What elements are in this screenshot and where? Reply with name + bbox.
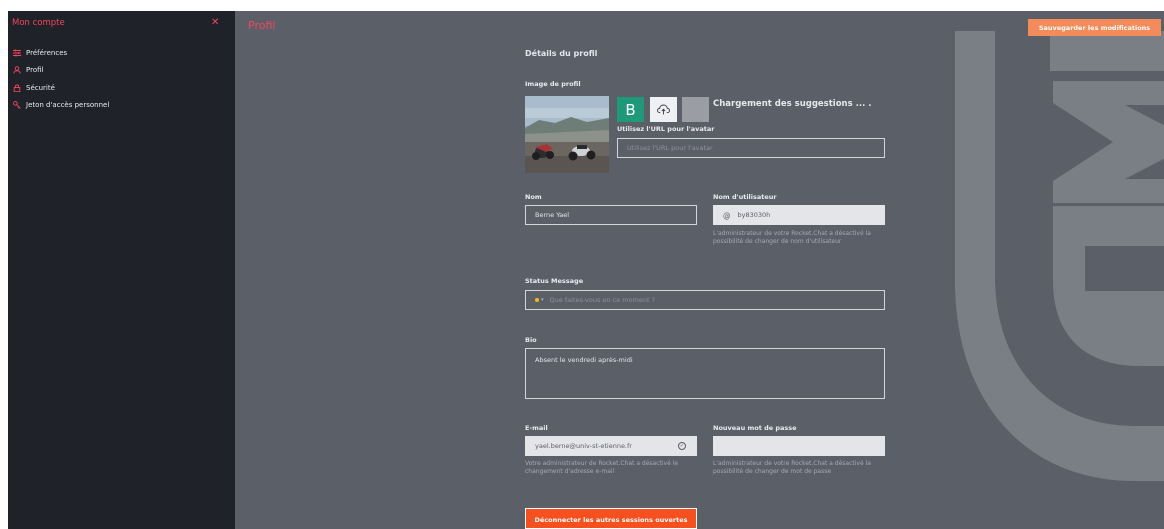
sidebar: Mon compte ✕ Préférences Profil Sécurité… [8,11,235,529]
sidebar-item-preferences[interactable]: Préférences [8,44,235,62]
avatar-url-label: Utilisez l'URL pour l'avatar [617,125,715,133]
email-label: E-mail [525,424,548,432]
username-input: @ by83030h [713,205,885,225]
username-label: Nom d'utilisateur [713,193,777,201]
username-help-text: L'administrateur de votre Rocket.Chat a … [713,230,871,245]
sidebar-item-label: Jeton d'accès personnel [26,101,110,110]
bio-value: Absent le vendredi après-midi [535,356,633,364]
name-label: Nom [525,193,542,201]
avatar-url-placeholder: Utilisez l'URL pour l'avatar [627,144,713,152]
avatar-label: Image de profil [525,80,581,88]
status-icon[interactable]: ▾ [535,297,544,303]
email-input: yael.berne@univ-st-etienne.fr ✓ [525,436,697,456]
sidebar-item-security[interactable]: Sécurité [8,79,235,97]
section-title: Détails du profil [525,49,598,58]
sidebar-menu: Préférences Profil Sécurité Jeton d'accè… [8,44,235,114]
sidebar-title: Mon compte [12,18,65,28]
password-help-text: L'administrateur de votre Rocket.Chat a … [713,460,871,475]
key-icon [12,101,21,110]
logout-other-sessions-button[interactable]: Déconnecter les autres sessions ouvertes [525,508,697,529]
email-help-text: Votre administrateur de Rocket.Chat a dé… [525,460,679,475]
sidebar-item-personal-token[interactable]: Jeton d'accès personnel [8,97,235,115]
user-icon [12,66,21,75]
sidebar-item-label: Profil [26,66,44,75]
name-value: Berne Yael [535,211,570,219]
sidebar-item-label: Préférences [26,48,68,57]
main-panel: Profil Sauvegarder les modifications Dét… [235,11,1164,529]
bio-textarea[interactable]: Absent le vendredi après-midi [525,348,885,399]
app-window: Mon compte ✕ Préférences Profil Sécurité… [8,11,1164,529]
avatar-suggestion-initial-button[interactable]: B [617,97,644,122]
suggestions-loading-text: Chargement des suggestions ... . [713,99,872,109]
avatar [525,96,609,173]
new-password-input [713,436,885,456]
lock-icon [12,83,21,92]
at-icon: @ [723,210,731,220]
sidebar-item-label: Sécurité [26,83,55,92]
page-title: Profil [248,19,276,32]
email-value: yael.berne@univ-st-etienne.fr [535,442,632,450]
name-input[interactable]: Berne Yael [525,205,697,225]
background-logo [955,31,1164,481]
username-value: by83030h [737,211,771,219]
save-changes-button[interactable]: Sauvegarder les modifications [1028,19,1161,36]
verified-check-icon: ✓ [678,442,686,450]
sliders-icon [12,48,21,57]
avatar-suggestion-placeholder[interactable] [682,97,709,122]
new-password-label: Nouveau mot de passe [713,424,797,432]
bio-label: Bio [525,336,537,344]
status-message-input[interactable]: ▾ Que faites-vous en ce moment ? [525,290,885,310]
avatar-url-input[interactable]: Utilisez l'URL pour l'avatar [617,138,885,158]
sidebar-item-profile[interactable]: Profil [8,62,235,80]
sidebar-header: Mon compte ✕ [8,11,235,37]
status-message-placeholder: Que faites-vous en ce moment ? [549,296,656,304]
close-icon[interactable]: ✕ [211,17,219,28]
upload-icon[interactable] [650,97,677,122]
status-message-label: Status Message [525,277,584,285]
